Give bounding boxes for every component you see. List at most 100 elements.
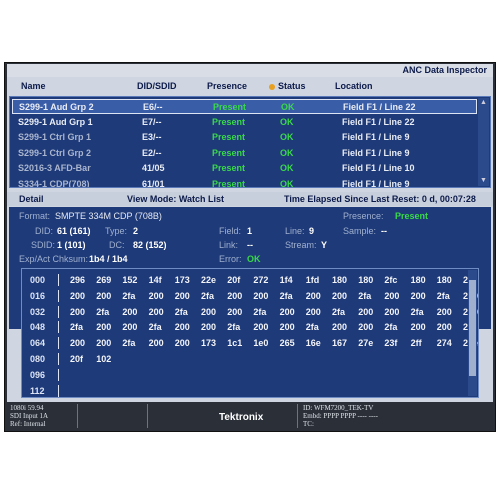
hex-byte: 102 — [96, 354, 112, 364]
hex-row: 032 200 2fa 200 200 2fa 200 200 2fa 200 200 2fa 200 2… — [22, 305, 478, 320]
hex-separator — [58, 337, 59, 350]
hex-separator — [58, 274, 59, 286]
column-header-name[interactable]: Name — [21, 81, 46, 93]
hex-byte: 16e — [305, 338, 321, 349]
hex-address: 096 — [30, 369, 46, 380]
list-row[interactable]: S299-1 Ctrl Grp 2 E2/-- Present OK Field F1 … — [12, 146, 477, 161]
row-did-sdid: 61/01 — [142, 178, 165, 188]
hex-byte: 200 — [358, 322, 374, 333]
hex-byte: 200 — [122, 322, 138, 333]
hex-row: 096 — [22, 368, 462, 383]
list-row[interactable]: S334-1 CDP(708) 61/01 Present OK Field F1 / … — [12, 177, 477, 188]
column-header-status[interactable]: Status — [269, 81, 306, 93]
hex-byte: 200 — [148, 306, 164, 317]
hex-separator — [58, 305, 59, 318]
type-value: 2 — [133, 226, 139, 236]
hex-byte: 200 — [305, 290, 321, 301]
format-value: SMPTE 334M CDP (708B) — [55, 211, 162, 221]
hex-byte: 2fa — [227, 322, 241, 333]
status-dot-icon — [269, 83, 275, 90]
column-header-did-sdid[interactable]: DID/SDID — [137, 81, 177, 93]
hex-row: 064 200 200 2fa 200 200 173 1c1 1e0 265 16e 167 27e 2… — [22, 336, 478, 351]
link-label: Link: — [219, 240, 239, 250]
hex-byte: 180 — [332, 275, 348, 285]
view-mode: View Mode: Watch List — [127, 194, 225, 204]
status-divider — [297, 404, 298, 428]
row-name: S299-1 Aud Grp 2 — [19, 102, 94, 112]
list-scrollbar[interactable]: ▲ ▼ — [478, 98, 489, 186]
window-title: ANC Data Inspector — [402, 65, 487, 75]
hex-byte: 180 — [410, 275, 426, 285]
format-label: Format: — [19, 211, 51, 221]
row-status: OK — [280, 116, 294, 127]
hex-byte: 27e — [358, 338, 374, 349]
list-row[interactable]: S2016-3 AFD-Bar 41/05 Present OK Field F1 / … — [12, 161, 477, 176]
anc-packet-list: S299-1 Aud Grp 2 E6/-- Present OK Field F1 /… — [9, 96, 491, 188]
title-strip: ANC Data Inspector — [7, 64, 493, 77]
row-name: S334-1 CDP(708) — [18, 178, 90, 188]
row-did-sdid: E6/-- — [143, 102, 163, 112]
error-value: OK — [247, 254, 261, 264]
hex-byte: 2fa — [410, 306, 424, 317]
list-row[interactable]: S299-1 Aud Grp 2 E6/-- Present OK Field F1 /… — [12, 99, 477, 114]
hex-byte: 200 — [227, 290, 243, 301]
row-status: OK — [281, 102, 295, 112]
field-value: 1 — [247, 226, 253, 236]
field-label: Field: — [219, 226, 242, 236]
hex-byte: 2fa — [253, 306, 267, 317]
row-name: S2016-3 AFD-Bar — [18, 163, 91, 173]
did-value: 61 (161) — [57, 226, 91, 236]
link-value: -- — [247, 240, 253, 250]
row-status: OK — [280, 178, 294, 188]
hex-byte: 20f — [70, 354, 84, 364]
hex-byte: 200 — [201, 322, 217, 333]
hex-byte: 200 — [96, 322, 112, 333]
column-header-presence[interactable]: Presence — [207, 81, 247, 93]
hex-address: 032 — [30, 306, 46, 317]
column-header-location[interactable]: Location — [335, 81, 373, 93]
hex-separator — [58, 289, 59, 302]
hex-byte: 1e0 — [253, 338, 269, 349]
hex-byte: 2fc — [384, 275, 398, 285]
hex-byte: 2fa — [122, 290, 136, 301]
hex-byte: 22e — [201, 275, 217, 285]
row-location: Field F1 / Line 10 — [342, 163, 415, 173]
hex-byte: 2ff — [410, 338, 422, 349]
list-row[interactable]: S299-1 Ctrl Grp 1 E3/-- Present OK Field F1 … — [12, 130, 477, 145]
line-value: 9 — [309, 226, 315, 236]
detail-tab[interactable]: Detail — [19, 194, 44, 204]
hex-byte: 200 — [174, 290, 190, 301]
row-presence: Present — [212, 132, 246, 142]
status-bar: 1080i 59.94 SDI Input 1A Ref: Internal T… — [7, 402, 493, 430]
hex-address: 112 — [30, 385, 45, 396]
hex-byte: 200 — [148, 338, 164, 349]
row-location: Field F1 / Line 9 — [342, 132, 410, 142]
presence-value: Present — [395, 211, 429, 221]
hex-byte: 1f4 — [279, 275, 293, 285]
hex-byte: 200 — [410, 322, 426, 333]
embedded-audio: Embd: PPPP PPPP ---- ---- — [303, 412, 378, 420]
sample-value: -- — [381, 226, 387, 236]
list-row[interactable]: S299-1 Aud Grp 1 E7/-- Present OK Field F1 /… — [12, 115, 477, 130]
hex-byte: 200 — [122, 306, 138, 317]
did-label: DID: — [35, 226, 53, 236]
hex-byte: 200 — [384, 290, 400, 301]
scroll-up-arrow-icon[interactable]: ▲ — [478, 98, 489, 108]
row-name: S299-1 Ctrl Grp 1 — [18, 132, 92, 142]
row-did-sdid: E3/-- — [142, 132, 162, 142]
scroll-down-arrow-icon[interactable]: ▼ — [478, 176, 489, 186]
hex-byte: 2fa — [305, 322, 319, 333]
elapsed-time: Time Elapsed Since Last Reset: 0 d, 00:0… — [284, 194, 476, 204]
hex-byte: 23f — [384, 338, 398, 349]
hex-byte: 265 — [279, 338, 295, 349]
hex-byte: 173 — [174, 275, 190, 285]
hex-address: 064 — [30, 338, 46, 349]
hex-byte: 200 — [358, 306, 374, 317]
row-presence: Present — [213, 102, 247, 112]
hex-byte: 167 — [332, 338, 348, 349]
hex-scrollbar[interactable] — [468, 270, 477, 396]
hex-scroll-thumb[interactable] — [469, 280, 476, 376]
hex-byte: 2fa — [96, 306, 110, 317]
hex-row: 048 2fa 200 200 2fa 200 200 2fa 200 200 2fa 200 200 2… — [22, 320, 476, 335]
detail-bar: Detail View Mode: Watch List Time Elapse… — [7, 192, 493, 206]
